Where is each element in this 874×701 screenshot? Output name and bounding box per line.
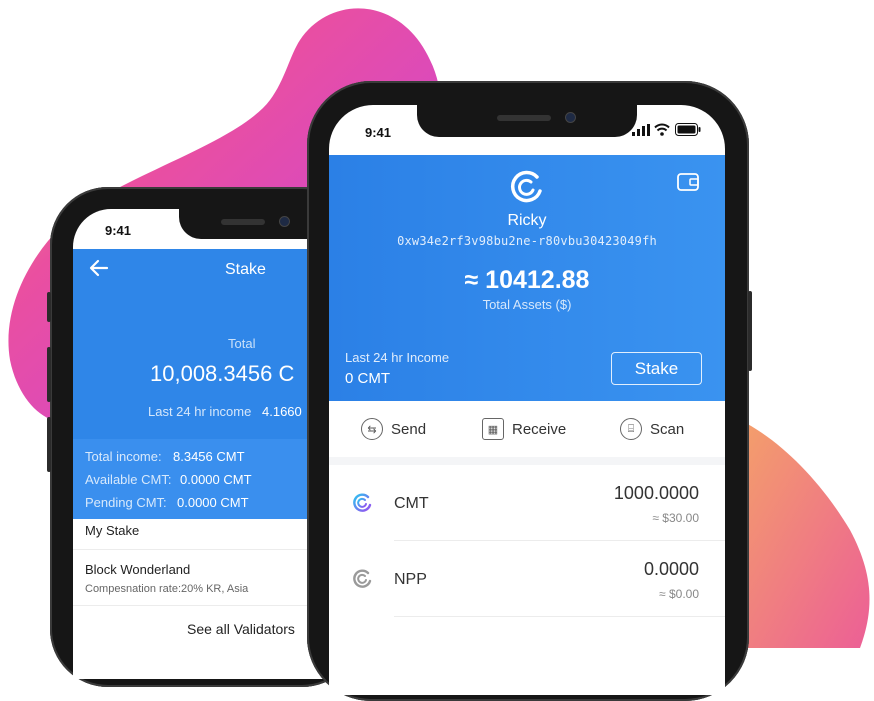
total-assets-label: Total Assets ($) (482, 297, 572, 312)
volume-up-button (47, 347, 51, 402)
wallet-screen: 9:41 Ricky 0xw34e2rf3v98bu2ne-r80vbu3042… (329, 105, 725, 695)
wallet-address[interactable]: 0xw34e2rf3v98bu2ne-r80vbu30423049fh (329, 234, 725, 248)
total-assets-value: ≈ 10412.88 (464, 266, 590, 294)
power-button (748, 291, 752, 371)
send-button[interactable]: ⇆ Send (361, 401, 426, 457)
action-bar: ⇆ Send ▦ Receive ⌸ Scan (329, 401, 725, 457)
send-label: Send (391, 420, 427, 438)
asset-usd-value: ≈ $0.00 (659, 587, 699, 601)
pending-cmt-label: Pending CMT: (85, 495, 167, 510)
stake-button[interactable]: Stake (611, 352, 702, 385)
validator-name: Block Wonderland (85, 562, 191, 577)
status-time: 9:41 (105, 223, 132, 238)
scan-icon: ⌸ (620, 418, 642, 440)
receive-label: Receive (512, 420, 567, 438)
cmt-token-icon (353, 493, 372, 512)
my-stake-label: My Stake (85, 523, 140, 538)
send-icon: ⇆ (361, 418, 383, 440)
asset-usd-value: ≈ $30.00 (652, 511, 699, 525)
back-arrow-icon[interactable] (89, 259, 109, 277)
available-cmt-value: 0.0000 CMT (180, 472, 252, 487)
asset-symbol: NPP (394, 571, 427, 588)
asset-row-cmt[interactable]: CMT 1000.0000 ≈ $30.00 (329, 465, 725, 541)
total-income-value: 8.3456 CMT (173, 449, 245, 464)
volume-down-button (47, 417, 51, 472)
mute-switch (47, 292, 51, 322)
front-phone-wallet: 9:41 Ricky 0xw34e2rf3v98bu2ne-r80vbu3042… (307, 81, 752, 701)
scan-label: Scan (650, 420, 685, 438)
wifi-icon (654, 123, 670, 136)
total-value: 10,008.3456 C (150, 361, 295, 386)
wallet-icon[interactable] (677, 173, 699, 191)
receive-button[interactable]: ▦ Receive (482, 401, 566, 457)
last24-value: 4.1660 (262, 404, 302, 419)
signal-icon (632, 124, 650, 136)
asset-amount: 1000.0000 (613, 483, 699, 503)
pending-cmt-value: 0.0000 CMT (177, 495, 249, 510)
asset-amount: 0.0000 (643, 559, 699, 579)
available-cmt-label: Available CMT: (85, 472, 172, 487)
cmt-logo-icon (510, 170, 542, 203)
page-title: Stake (225, 261, 266, 278)
total-income-label: Total income: (85, 449, 162, 464)
battery-icon (675, 123, 701, 136)
last24-label: Last 24 hr income (148, 404, 252, 419)
status-time: 9:41 (365, 125, 392, 140)
last24-income-label: Last 24 hr Income (345, 350, 450, 365)
total-label: Total (228, 336, 256, 351)
receive-qr-icon: ▦ (482, 418, 504, 440)
user-name: Ricky (507, 212, 547, 229)
wallet-header: Ricky 0xw34e2rf3v98bu2ne-r80vbu30423049f… (329, 155, 725, 401)
last24-income-value: 0 CMT (345, 370, 390, 387)
notch (417, 105, 637, 137)
asset-symbol: CMT (394, 495, 429, 512)
asset-row-npp[interactable]: NPP 0.0000 ≈ $0.00 (329, 541, 725, 617)
section-divider (329, 457, 725, 465)
see-all-validators-link[interactable]: See all Validators (187, 621, 295, 637)
scan-button[interactable]: ⌸ Scan (620, 401, 684, 457)
npp-token-icon (353, 569, 372, 588)
validator-detail: Compesnation rate:20% KR, Asia (85, 583, 249, 595)
